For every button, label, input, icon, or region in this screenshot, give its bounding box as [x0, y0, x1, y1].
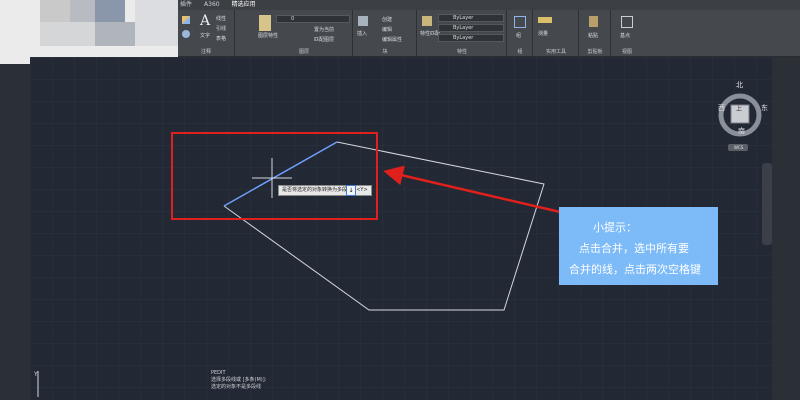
circle-icon[interactable] — [182, 30, 190, 38]
viewcube-top-label: 上 — [736, 106, 743, 113]
panel-label-groups: 组 — [517, 49, 523, 55]
command-line: PEDIT — [211, 370, 226, 376]
tab-a360[interactable]: A360 — [202, 0, 222, 10]
autocad-window: 插件 A360 精选应用 A 文字 线性 引线 表格 注释 图层特性 0 置为当… — [0, 0, 800, 400]
text-button[interactable]: 文字 — [200, 32, 210, 39]
viewcube-east[interactable]: 东 — [761, 103, 768, 113]
panel-groups: 组 组 — [508, 10, 533, 56]
left-panel — [0, 64, 30, 400]
command-line: 选择多段线或 [多条(M)]: — [211, 377, 267, 383]
match-layer-button[interactable]: 匹配图层 — [314, 36, 334, 43]
group-button[interactable]: 组 — [516, 32, 521, 39]
blur-block — [40, 0, 70, 22]
blurred-region — [0, 0, 178, 64]
text-icon[interactable]: A — [200, 13, 210, 29]
blur-block — [70, 0, 95, 22]
panel-utilities: 测量 实用工具 — [534, 10, 579, 56]
hint-line-2: 合并的线，点击两次空格键 — [569, 263, 701, 276]
layer-properties-icon[interactable] — [259, 15, 271, 31]
basepoint-button[interactable]: 基点 — [620, 32, 630, 39]
tab-plugins[interactable]: 插件 — [178, 0, 194, 10]
leader-button[interactable]: 引线 — [216, 25, 226, 32]
edit-block-button[interactable]: 编辑 — [382, 26, 392, 33]
color-dropdown[interactable]: ByLayer — [438, 14, 504, 22]
navigation-bar[interactable] — [762, 163, 772, 245]
dynamic-input-box[interactable]: ↓ — [346, 185, 356, 196]
panel-label-properties: 特性 — [456, 49, 467, 55]
panel-layers: 图层特性 0 置为当前 匹配图层 图层 — [256, 10, 353, 56]
paste-icon[interactable] — [589, 16, 598, 27]
panel-block: 插入 创建 编辑 编辑属性 块 — [354, 10, 417, 56]
viewcube-north[interactable]: 北 — [736, 80, 743, 90]
right-panel — [772, 57, 800, 400]
set-current-button[interactable]: 置为当前 — [314, 26, 334, 33]
layer-properties-button[interactable]: 图层特性 — [258, 32, 278, 39]
insert-block-icon[interactable] — [358, 16, 368, 26]
panel-annotation: A 文字 线性 引线 表格 注释 — [178, 10, 235, 56]
blur-block — [95, 0, 125, 22]
hint-line-1: 点击合并，选中所有要 — [579, 242, 689, 255]
command-history: PEDIT 选择多段线或 [多条(M)]: 选定的对象不是多段线 — [211, 370, 266, 391]
panel-label-clipboard: 剪贴板 — [587, 49, 603, 55]
panel-clipboard: 粘贴 剪贴板 — [580, 10, 611, 56]
viewcube-south[interactable]: 南 — [738, 126, 745, 136]
panel-properties: 特性匹配 ByLayer ByLayer ByLayer 特性 — [418, 10, 507, 56]
insert-button[interactable]: 插入 — [357, 30, 367, 37]
ribbon-tabs: 插件 A360 精选应用 — [178, 0, 258, 10]
panel-label-layers: 图层 — [298, 49, 309, 55]
tab-featured-apps[interactable]: 精选应用 — [230, 0, 258, 10]
command-line: 选定的对象不是多段线 — [211, 384, 262, 390]
match-properties-button[interactable]: 特性匹配 — [420, 30, 440, 37]
layer-dropdown[interactable]: 0 — [276, 15, 350, 23]
edit-attributes-button[interactable]: 编辑属性 — [382, 36, 402, 43]
linear-dimension-button[interactable]: 线性 — [216, 15, 226, 22]
ribbon-body: A 文字 线性 引线 表格 注释 图层特性 0 置为当前 匹配图层 图层 插入 … — [178, 10, 800, 56]
basepoint-icon[interactable] — [621, 16, 633, 28]
panel-label-annotation: 注释 — [200, 49, 211, 55]
hint-title: 小提示： — [593, 221, 637, 234]
blur-block — [135, 0, 178, 46]
panel-label-block: 块 — [382, 49, 388, 55]
match-properties-icon[interactable] — [422, 16, 432, 26]
wcs-label: WCS — [734, 145, 744, 150]
blur-block — [95, 22, 135, 46]
table-button[interactable]: 表格 — [216, 35, 226, 42]
panel-label-view: 视图 — [621, 49, 632, 55]
hint-box: 小提示： 点击合并，选中所有要 合并的线，点击两次空格键 — [559, 207, 718, 285]
ucs-y-label: Y — [34, 371, 38, 378]
paste-button[interactable]: 粘贴 — [588, 32, 598, 39]
measure-button[interactable]: 测量 — [538, 30, 548, 37]
measure-icon[interactable] — [538, 17, 552, 23]
create-block-button[interactable]: 创建 — [382, 16, 392, 23]
panel-view: 基点 视图 — [612, 10, 642, 56]
lineweight-dropdown[interactable]: ByLayer — [438, 34, 504, 42]
group-icon[interactable] — [514, 16, 526, 28]
panel-label-utilities: 实用工具 — [545, 49, 566, 55]
blur-block — [40, 22, 95, 46]
linetype-dropdown[interactable]: ByLayer — [438, 24, 504, 32]
pencil-icon[interactable] — [182, 16, 190, 24]
viewcube-west[interactable]: 西 — [718, 103, 725, 113]
dynamic-input-tooltip: 是否将选定的对象转换为多段线? <Y> — [278, 185, 372, 196]
